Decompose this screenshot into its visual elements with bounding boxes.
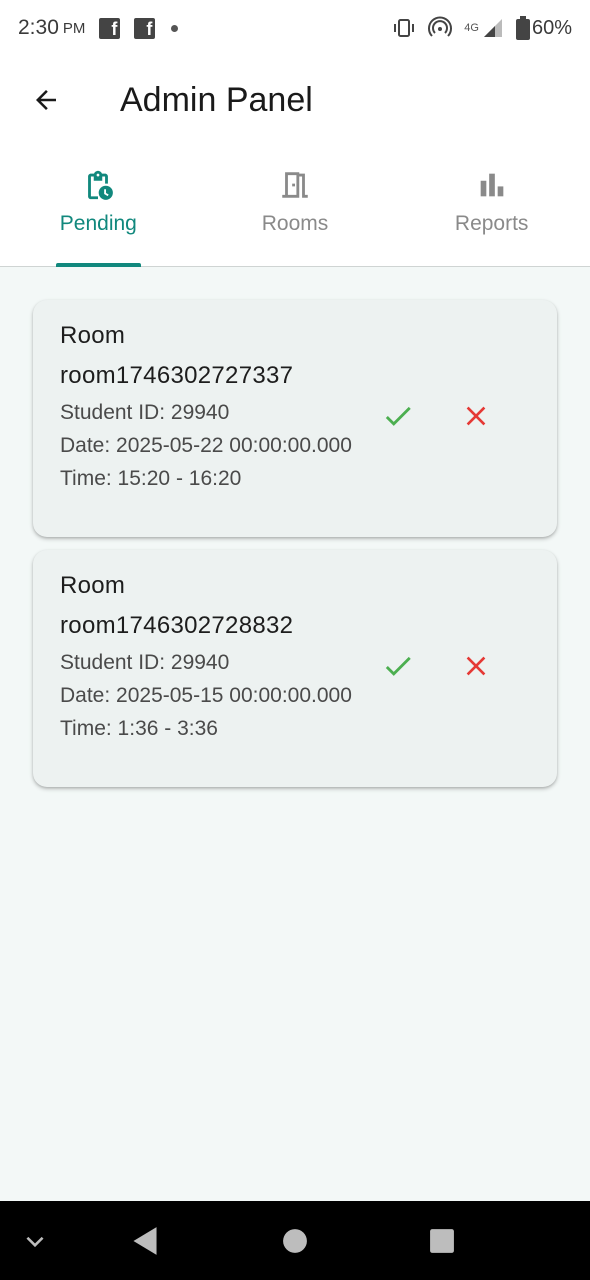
student-id: Student ID: 29940 xyxy=(60,651,230,674)
nav-recents-button[interactable] xyxy=(407,1201,477,1280)
nav-recents-square-icon xyxy=(430,1228,454,1253)
pending-request-list: Room room1746302727337 Student ID: 29940… xyxy=(33,300,557,800)
nav-home-circle-icon xyxy=(283,1228,307,1253)
request-card: Room room1746302728832 Student ID: 29940… xyxy=(33,550,557,787)
reject-button[interactable] xyxy=(455,645,497,687)
approve-button[interactable] xyxy=(377,395,419,437)
check-icon xyxy=(385,406,411,426)
check-icon xyxy=(385,656,411,676)
battery-percent: 60% xyxy=(531,16,572,39)
reject-button[interactable] xyxy=(455,395,497,437)
tab-bar: Pending Rooms Reports xyxy=(0,144,590,267)
back-button[interactable] xyxy=(18,72,74,128)
student-id: Student ID: 29940 xyxy=(60,401,230,424)
page-title: Admin Panel xyxy=(120,80,313,119)
hotspot-icon xyxy=(428,16,453,37)
network-type-label: 4G xyxy=(464,22,479,34)
nav-back-button[interactable] xyxy=(110,1201,180,1280)
status-time: 2:30 xyxy=(18,16,59,39)
status-ampm: PM xyxy=(62,19,86,37)
more-notifications-dot-icon xyxy=(171,24,179,32)
pending-clipboard-icon xyxy=(88,170,114,200)
facebook-notification-icon: f xyxy=(99,17,121,39)
arrow-back-icon xyxy=(36,90,56,110)
system-navigation-bar xyxy=(0,1201,590,1280)
active-tab-indicator xyxy=(56,263,141,267)
status-bar: 2:30 PM f f 4G 60% xyxy=(0,0,590,56)
nav-home-button[interactable] xyxy=(260,1201,330,1280)
vibrate-icon xyxy=(394,19,415,37)
close-icon xyxy=(466,406,486,426)
bar-chart-icon xyxy=(480,173,504,197)
close-icon xyxy=(466,656,486,676)
tab-reports-label: Reports xyxy=(454,212,529,235)
request-time: Time: 1:36 - 3:36 xyxy=(60,717,218,740)
tab-rooms[interactable]: Rooms xyxy=(197,144,394,266)
request-date: Date: 2025-05-15 00:00:00.000 xyxy=(60,684,352,707)
room-title: Room room1746302727337 xyxy=(60,322,294,389)
app-bar: Admin Panel xyxy=(0,56,590,144)
chevron-down-icon xyxy=(26,1236,44,1247)
tab-rooms-label: Rooms xyxy=(261,212,329,235)
request-time: Time: 15:20 - 16:20 xyxy=(60,467,242,490)
signal-icon xyxy=(483,19,502,37)
request-card: Room room1746302727337 Student ID: 29940… xyxy=(33,300,557,537)
tab-pending-label: Pending xyxy=(59,212,137,235)
facebook-notification-icon: f xyxy=(134,17,156,39)
nav-collapse-button[interactable] xyxy=(0,1201,70,1280)
approve-button[interactable] xyxy=(377,645,419,687)
room-title: Room room1746302728832 xyxy=(60,572,294,639)
battery-icon xyxy=(515,16,530,40)
tab-pending[interactable]: Pending xyxy=(0,144,197,267)
request-date: Date: 2025-05-22 00:00:00.000 xyxy=(60,434,352,457)
door-icon xyxy=(282,172,308,198)
nav-back-triangle-icon xyxy=(133,1226,157,1255)
tab-reports[interactable]: Reports xyxy=(393,144,590,266)
